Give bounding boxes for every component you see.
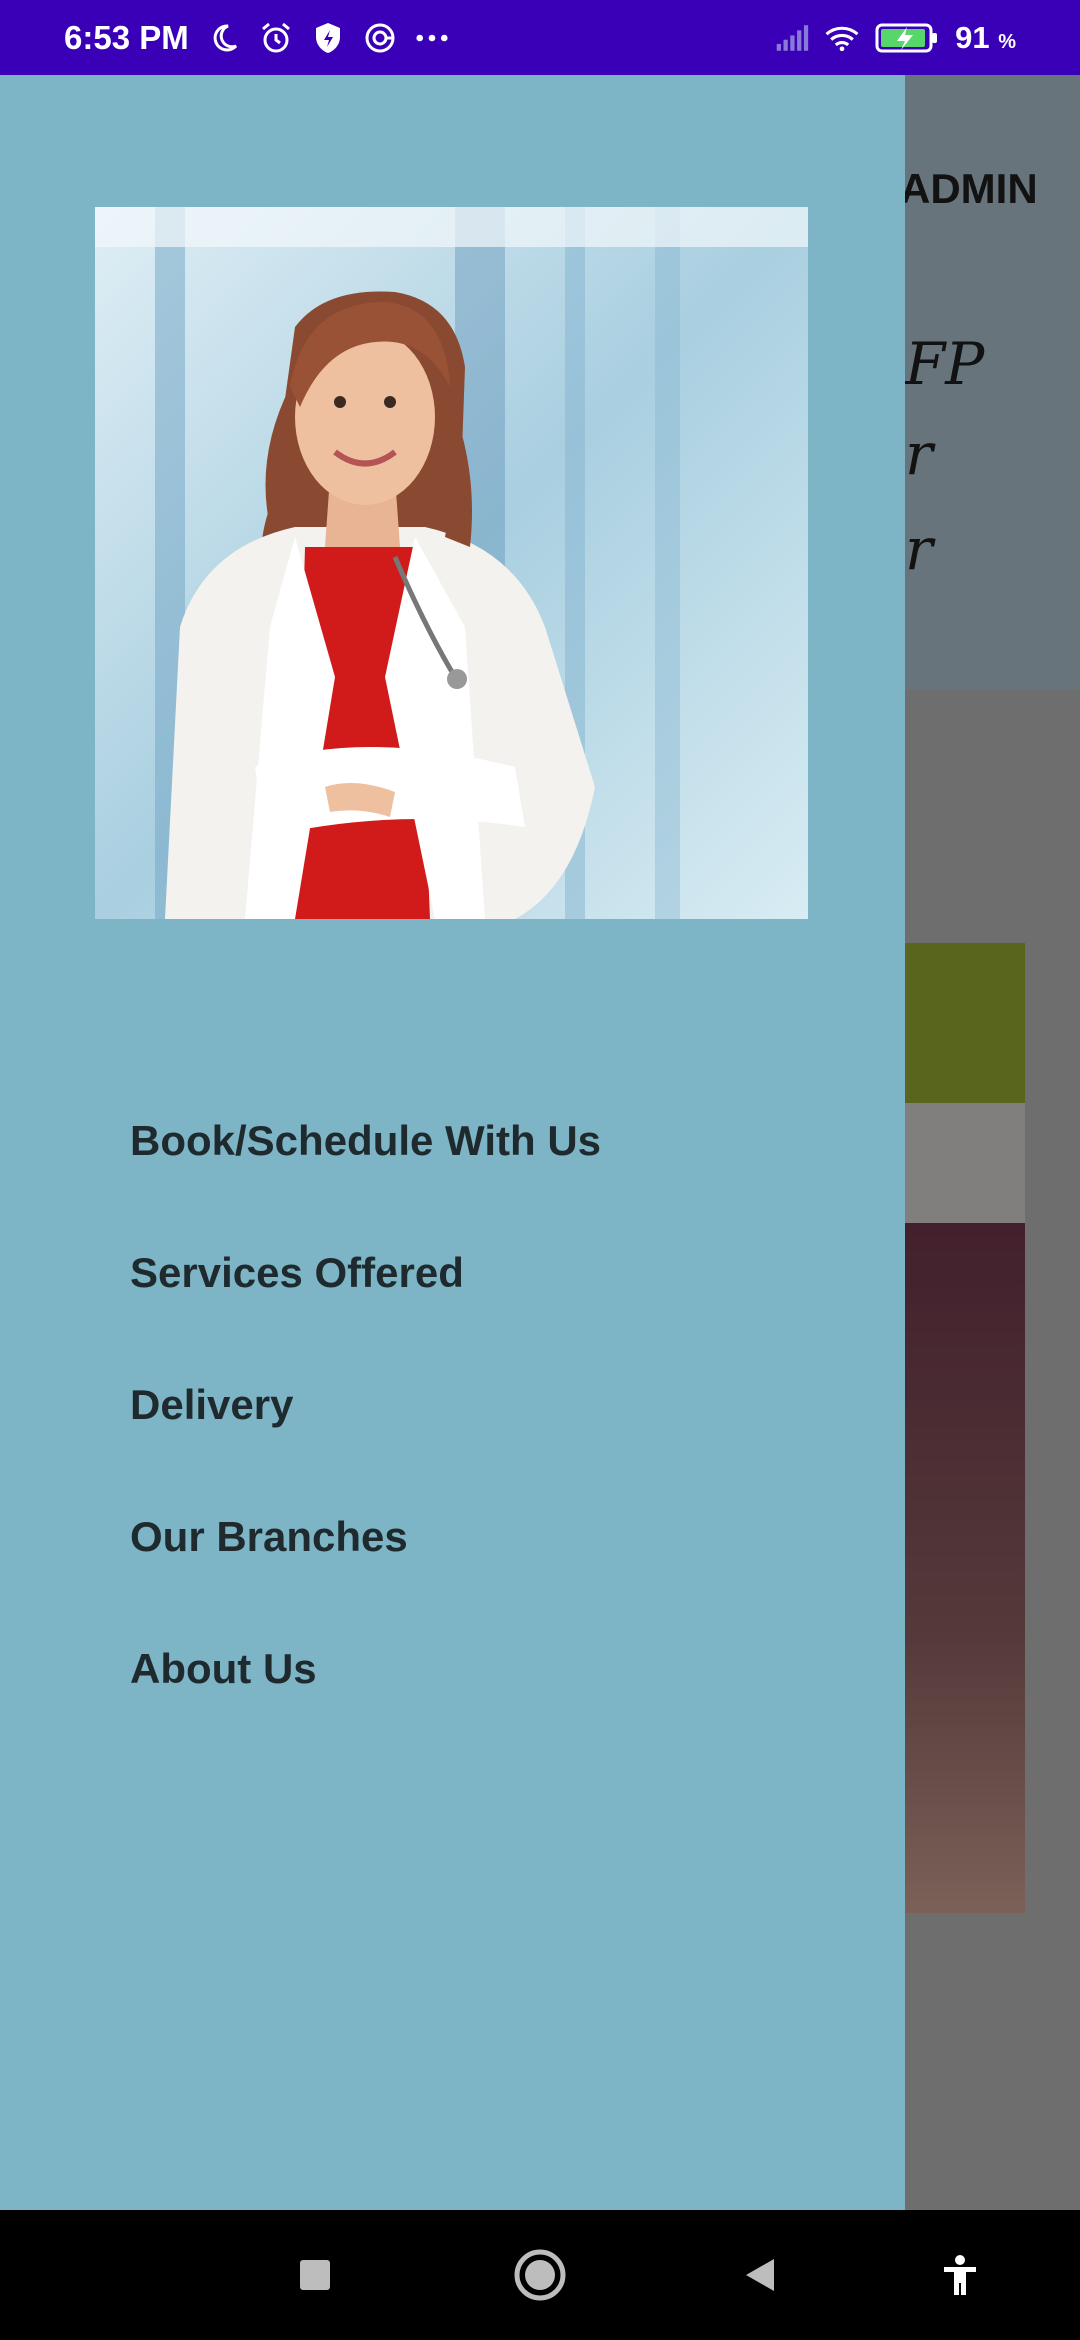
battery-unit: % [998,30,1016,53]
more-dots-icon [415,21,449,55]
profile-photo [95,207,808,919]
menu-item-label: Delivery [130,1381,294,1428]
menu-item-our-branches[interactable]: Our Branches [0,1471,905,1603]
menu-item-services-offered[interactable]: Services Offered [0,1207,905,1339]
navigation-drawer: Book/Schedule With Us Services Offered D… [0,75,905,2210]
battery-percent: 91 [955,19,990,55]
accessibility-button[interactable] [925,2240,995,2310]
back-button[interactable] [725,2240,795,2310]
menu-item-label: Our Branches [130,1513,408,1560]
recents-button[interactable] [280,2240,350,2310]
battery-charging-icon [875,22,939,54]
signal-icon [775,21,809,55]
menu-item-book-schedule[interactable]: Book/Schedule With Us [0,1075,905,1207]
menu-item-label: Services Offered [130,1249,464,1296]
system-nav-bar [0,2210,1080,2340]
wifi-icon [825,21,859,55]
drawer-menu: Book/Schedule With Us Services Offered D… [0,1075,905,1735]
alarm-icon [259,21,293,55]
status-bar: 6:53 PM 91 % [0,0,1080,75]
home-button[interactable] [505,2240,575,2310]
shield-icon [311,21,345,55]
moon-icon [207,21,241,55]
status-time: 6:53 PM [64,18,189,56]
home-circle-icon [514,2249,566,2301]
status-left: 6:53 PM [64,19,449,57]
menu-item-delivery[interactable]: Delivery [0,1339,905,1471]
square-icon [300,2260,330,2290]
back-triangle-icon [746,2259,774,2291]
menu-item-label: About Us [130,1645,317,1692]
menu-item-label: Book/Schedule With Us [130,1117,602,1164]
accessibility-icon [944,2255,976,2295]
vpn-icon [363,21,397,55]
menu-item-about-us[interactable]: About Us [0,1603,905,1735]
status-right: 91 % [775,20,1016,56]
